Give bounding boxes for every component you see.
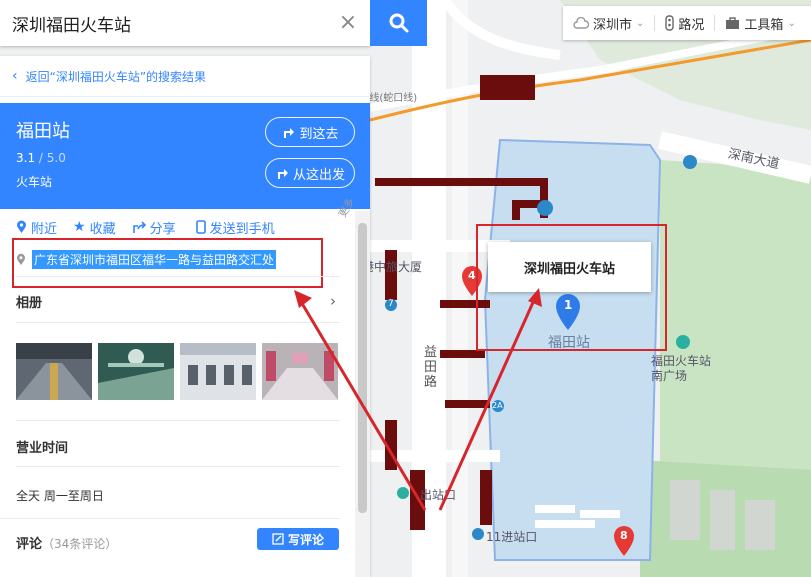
phone-icon [195, 220, 206, 234]
panel-scrollbar[interactable] [355, 211, 370, 577]
place-header: 福田站 3.1 / 5.0 火车站 到这去 从这出发 [0, 103, 370, 209]
chevron-left-icon: ‹ [12, 68, 18, 84]
annotation-box-callout [476, 224, 667, 351]
favorite-button[interactable]: ★ 收藏 [73, 218, 116, 237]
search-button[interactable] [370, 0, 427, 46]
write-review-label: 写评论 [287, 532, 324, 547]
traffic-label: 路况 [678, 17, 705, 33]
go-here-label: 到这去 [299, 126, 339, 142]
south-square-label: 福田火车站 南广场 [651, 354, 712, 383]
route-arrow-icon [284, 128, 295, 138]
star-icon: ★ [73, 219, 86, 235]
write-review-button[interactable]: 写评论 [257, 528, 339, 550]
album-photo-4[interactable] [262, 343, 338, 400]
reviews-title: 评论 [16, 537, 43, 552]
entrance-label: 11进站口 [486, 530, 538, 544]
album-photo-2[interactable] [98, 343, 174, 400]
send-to-phone-label: 发送到手机 [209, 221, 275, 237]
divider [16, 322, 340, 323]
share-label: 分享 [149, 221, 176, 237]
chevron-down-icon: ⌄ [787, 17, 796, 29]
place-name: 福田站 [16, 121, 70, 142]
share-icon [132, 220, 146, 233]
city-selector[interactable]: 深圳市 ⌄ [563, 6, 654, 40]
place-rating: 3.1 / 5.0 [16, 151, 66, 165]
go-here-button[interactable]: 到这去 [265, 117, 355, 147]
reviews-count: （34条评论） [42, 537, 118, 551]
hotel-label: 港中旅大厦 [362, 260, 423, 274]
divider [16, 276, 340, 277]
start-here-button[interactable]: 从这出发 [265, 158, 355, 188]
clear-search-icon[interactable]: × [336, 11, 360, 35]
nearby-button[interactable]: 附近 [16, 218, 57, 237]
share-button[interactable]: 分享 [132, 218, 176, 237]
cloud-icon [573, 17, 589, 29]
rating-value: 3.1 [16, 151, 36, 165]
annotation-box-address [12, 238, 323, 288]
nearby-label: 附近 [31, 221, 58, 237]
place-type: 火车站 [16, 175, 53, 189]
marker-8-label[interactable]: 8 [620, 529, 628, 542]
rating-max: / 5.0 [38, 151, 66, 165]
metro-badge-7: 7 [388, 299, 394, 309]
chevron-down-icon: ⌄ [636, 17, 645, 29]
search-box: × [0, 0, 370, 46]
divider [16, 420, 340, 421]
album-title: 相册 [16, 296, 43, 311]
back-to-results-link[interactable]: ‹ 返回“深圳福田火车站”的搜索结果 [0, 56, 370, 97]
search-input[interactable] [0, 12, 334, 34]
back-link-text: 返回“深圳福田火车站”的搜索结果 [25, 69, 207, 84]
metro-badge-2a: 2A [492, 401, 503, 410]
favorite-label: 收藏 [89, 221, 116, 237]
city-label: 深圳市 [593, 17, 633, 33]
exit-label: 出站口 [420, 488, 457, 502]
album-photo-1[interactable] [16, 343, 92, 400]
traffic-button[interactable]: 路况 [655, 6, 714, 40]
route-arrow-icon [277, 169, 288, 179]
edit-icon [272, 533, 284, 545]
hours-value: 全天 周一至周日 [16, 489, 104, 503]
divider [0, 518, 340, 519]
yitian-road-label: 益 田 路 [424, 345, 438, 390]
toolbox-icon [726, 16, 740, 29]
start-here-label: 从这出发 [292, 167, 345, 183]
search-icon [389, 13, 408, 33]
place-detail-panel: ‹ 返回“深圳福田火车站”的搜索结果 福田站 3.1 / 5.0 火车站 到这去… [0, 56, 370, 577]
chevron-right-icon[interactable]: › [330, 292, 336, 310]
marker-4-label[interactable]: 4 [468, 269, 476, 282]
toolbox-label: 工具箱 [744, 17, 784, 33]
send-to-phone-button[interactable]: 发送到手机 [195, 218, 275, 237]
traffic-light-icon [665, 15, 675, 31]
location-pin-icon [17, 220, 26, 233]
hours-title: 营业时间 [16, 441, 69, 456]
toolbox-button[interactable]: 工具箱 ⌄ [715, 6, 805, 40]
album-photo-3[interactable] [180, 343, 256, 400]
divider [16, 466, 340, 467]
map-toolbar: 深圳市 ⌄ 路况 工具箱 ⌄ [563, 6, 811, 40]
scrollbar-thumb[interactable] [358, 223, 367, 513]
reviews-header: 评论（34条评论） [16, 533, 117, 552]
